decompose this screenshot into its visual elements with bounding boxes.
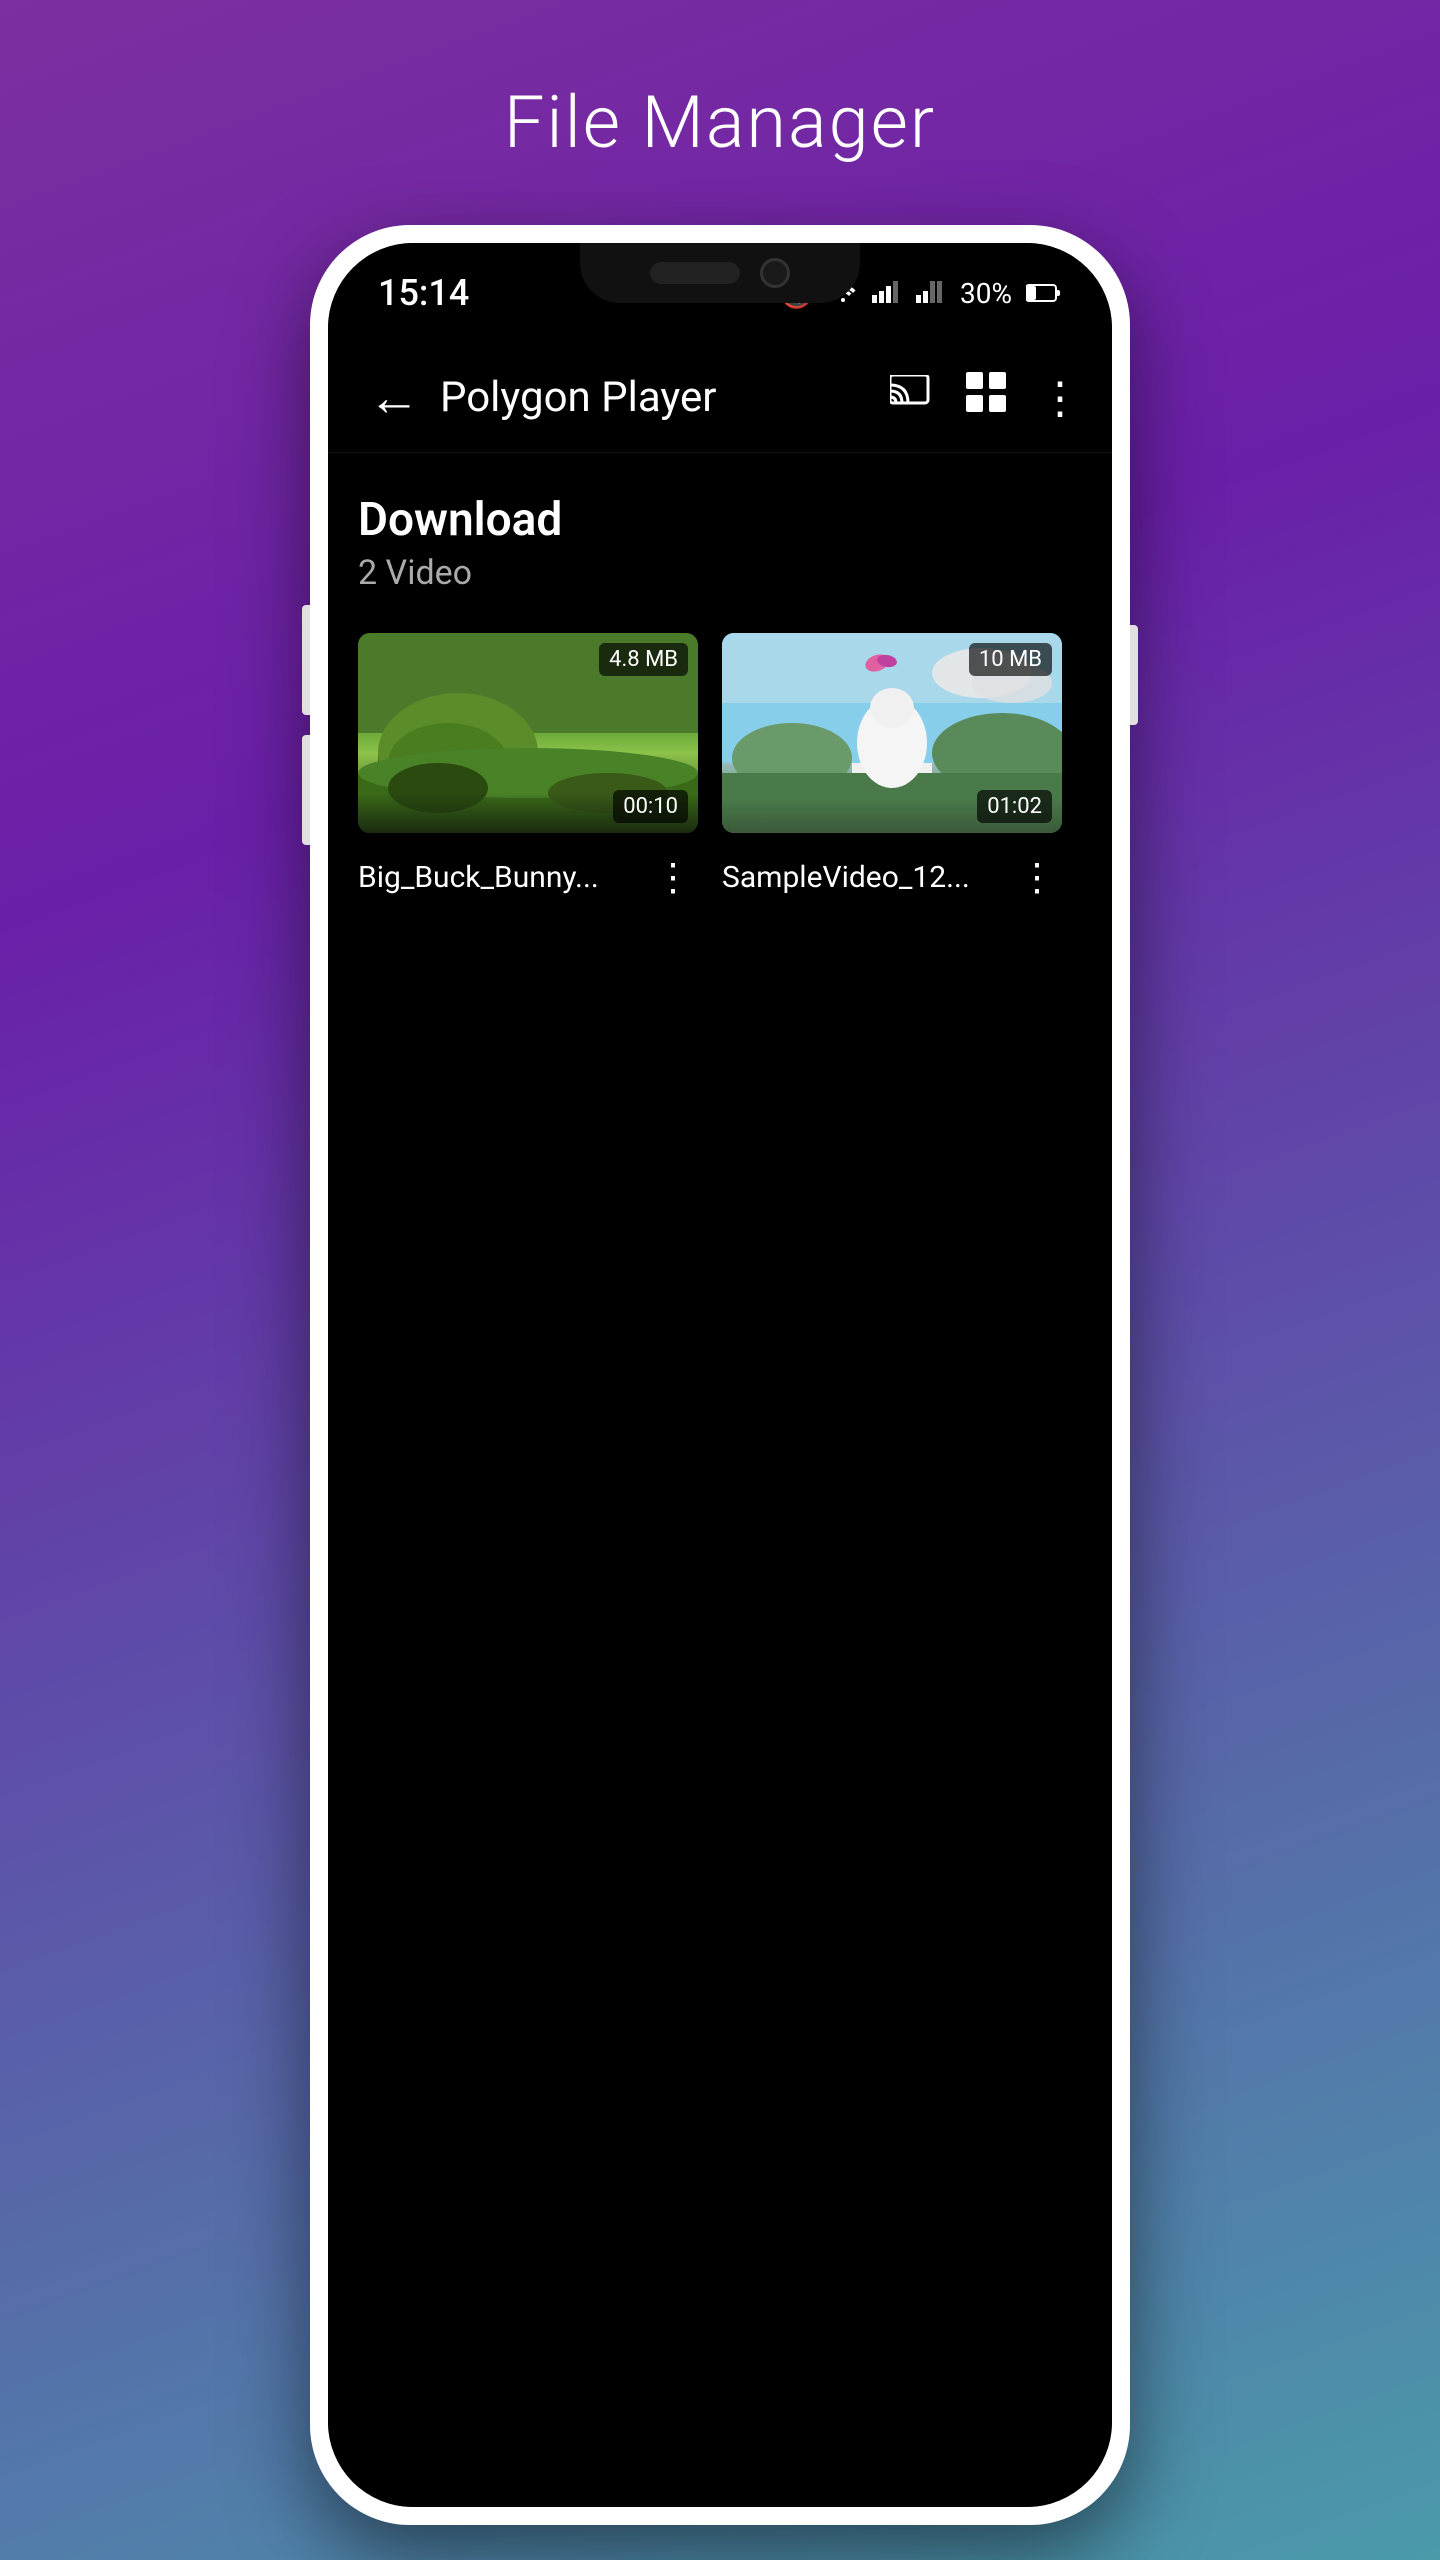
status-bar: 15:14 🔇 xyxy=(328,243,1112,343)
folder-subtitle: 2 Video xyxy=(358,553,1082,593)
app-bar: ← Polygon Player xyxy=(328,343,1112,453)
phone-screen: 15:14 🔇 xyxy=(328,243,1112,2507)
volume-up-button[interactable] xyxy=(302,605,310,715)
video-card-2[interactable]: 10 MB 01:02 SampleVideo_12... ⋮ xyxy=(722,633,1062,906)
video-name-1: Big_Buck_Bunny... xyxy=(358,860,648,895)
volume-down-button[interactable] xyxy=(302,735,310,845)
cast-button[interactable] xyxy=(890,372,934,424)
notch-pill xyxy=(650,262,740,284)
battery-text: 30% xyxy=(960,277,1012,310)
page-title: File Manager xyxy=(504,80,936,165)
content-area: Download 2 Video xyxy=(328,453,1112,2507)
signal-icon xyxy=(872,277,902,310)
signal-icon-2 xyxy=(916,277,946,310)
app-bar-actions: ⋮ xyxy=(890,370,1082,425)
video-size-badge-2: 10 MB xyxy=(969,643,1052,676)
more-options-button[interactable]: ⋮ xyxy=(1038,372,1082,424)
video-grid: 4.8 MB 00:10 Big_Buck_Bunny... ⋮ xyxy=(358,633,1082,906)
video-name-2: SampleVideo_12... xyxy=(722,860,1012,895)
back-button[interactable]: ← xyxy=(358,357,430,438)
video-info-2: SampleVideo_12... ⋮ xyxy=(722,849,1062,906)
video-card-1[interactable]: 4.8 MB 00:10 Big_Buck_Bunny... ⋮ xyxy=(358,633,698,906)
notch-camera xyxy=(760,258,790,288)
power-button[interactable] xyxy=(1130,625,1138,725)
app-bar-title: Polygon Player xyxy=(440,373,890,422)
video-thumbnail-2[interactable]: 10 MB 01:02 xyxy=(722,633,1062,833)
video-more-button-2[interactable]: ⋮ xyxy=(1012,849,1062,906)
notch-cutout xyxy=(580,243,860,303)
phone-shell: 15:14 🔇 xyxy=(310,225,1130,2525)
status-time: 15:14 xyxy=(378,272,469,314)
video-info-1: Big_Buck_Bunny... ⋮ xyxy=(358,849,698,906)
video-size-badge-1: 4.8 MB xyxy=(599,643,688,676)
video-duration-badge-2: 01:02 xyxy=(977,790,1052,823)
grid-view-button[interactable] xyxy=(964,370,1008,425)
battery-icon xyxy=(1026,283,1062,303)
video-duration-badge-1: 00:10 xyxy=(613,790,688,823)
folder-name: Download xyxy=(358,493,1082,547)
video-more-button-1[interactable]: ⋮ xyxy=(648,849,698,906)
video-thumbnail-1[interactable]: 4.8 MB 00:10 xyxy=(358,633,698,833)
